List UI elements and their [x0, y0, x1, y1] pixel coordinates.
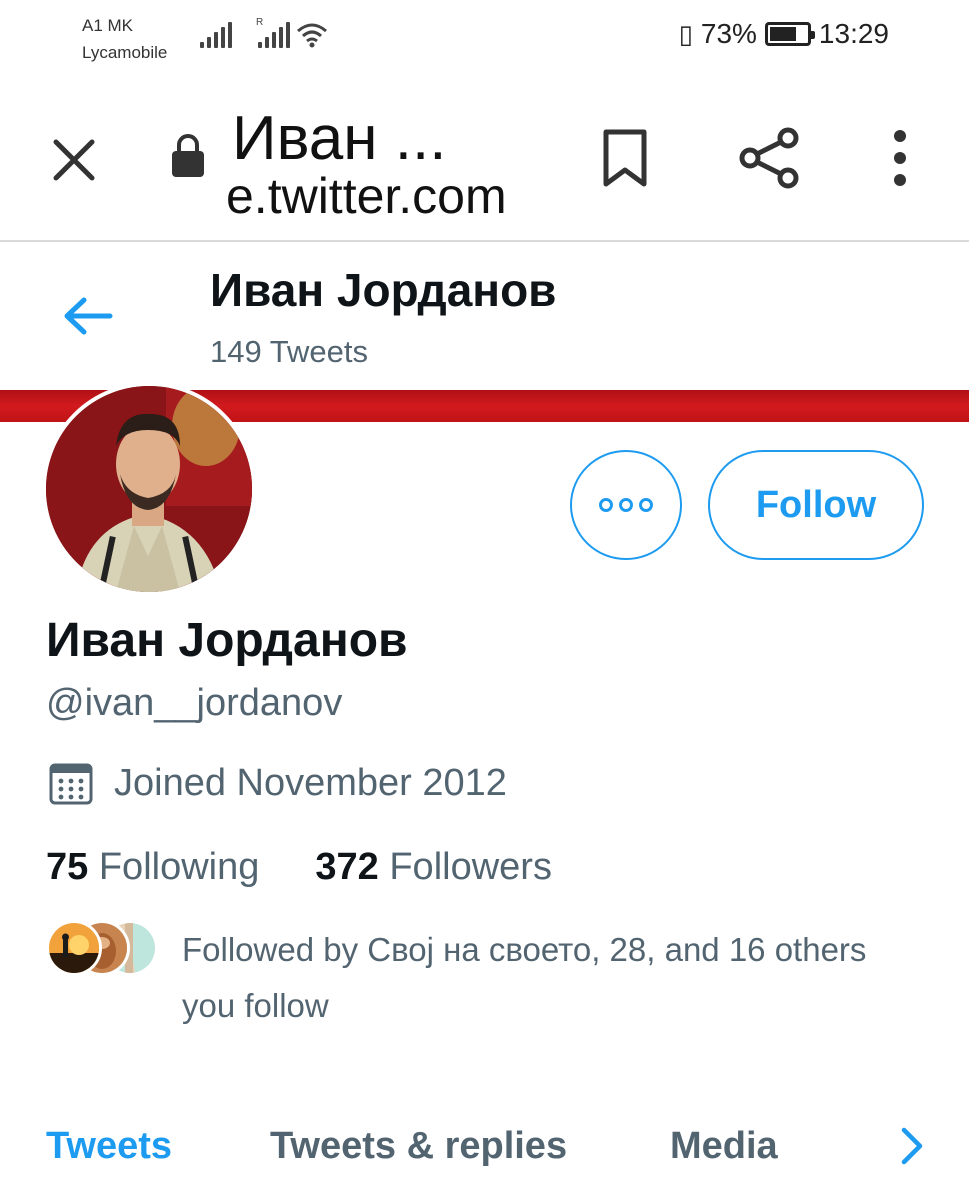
more-vertical-icon[interactable] [886, 128, 914, 188]
battery-percent: 73% [700, 18, 757, 49]
follower-avatar [46, 920, 102, 976]
carrier-name-secondary: Lycamobile [82, 43, 168, 62]
battery-icon [764, 22, 815, 46]
clock: 13:29 [818, 18, 889, 49]
battery-fill [769, 27, 797, 41]
profile-tabs: Tweets Tweets & replies Media [0, 1110, 969, 1190]
vibrate-icon: ▯ [678, 18, 693, 49]
tweet-count: 149 Tweets [210, 334, 368, 369]
signal-icon [200, 22, 232, 48]
browser-url[interactable]: e.twitter.com [226, 166, 507, 226]
back-arrow-icon[interactable] [62, 296, 114, 336]
more-options-button[interactable] [570, 450, 682, 560]
following-label: Following [98, 846, 260, 888]
tab-media[interactable]: Media [670, 1122, 778, 1170]
user-handle: @ivan__jordanov [46, 682, 343, 724]
followers-count: 372 [315, 846, 379, 888]
joined-date-row: Joined November 2012 [48, 758, 507, 808]
browser-page-title: Иван ... [232, 104, 447, 173]
status-right-group: ▯ 73% 13:29 [679, 18, 889, 50]
followed-by-text[interactable]: Followed by Свој на своето, 28, and 16 o… [182, 922, 902, 1034]
followed-by-avatars[interactable] [46, 920, 158, 976]
avatar[interactable] [42, 382, 256, 596]
more-horizontal-icon [599, 498, 653, 512]
follow-button[interactable]: Follow [708, 450, 924, 560]
browser-toolbar: Иван ... e.twitter.com [0, 82, 969, 242]
calendar-icon [49, 763, 93, 805]
carrier-info: A1 MK Lycamobile [82, 12, 167, 66]
wifi-icon [297, 23, 327, 48]
tab-tweets-and-replies[interactable]: Tweets & replies [270, 1122, 567, 1170]
joined-date: Joined November 2012 [114, 762, 507, 804]
profile-header-bar: Иван Јорданов 149 Tweets [0, 244, 969, 390]
followers-link[interactable]: 372 Followers [315, 842, 552, 892]
followers-label: Followers [389, 846, 552, 888]
bookmark-icon[interactable] [600, 128, 650, 188]
follow-stats: 75 Following 372 Followers [46, 842, 552, 892]
avatar-photo [46, 386, 252, 592]
display-name: Иван Јорданов [46, 614, 408, 667]
status-bar: A1 MK Lycamobile R ▯ 73% 13:29 [0, 0, 969, 82]
close-icon[interactable] [50, 136, 98, 184]
signal-icon [258, 22, 290, 48]
following-count: 75 [46, 846, 89, 888]
tab-tweets[interactable]: Tweets [46, 1122, 172, 1170]
chevron-right-icon[interactable] [896, 1124, 926, 1168]
following-link[interactable]: 75 Following [46, 842, 259, 892]
share-icon[interactable] [738, 126, 800, 190]
lock-icon [172, 134, 204, 177]
carrier-name: A1 MK [82, 16, 134, 35]
header-name: Иван Јорданов [210, 264, 557, 316]
